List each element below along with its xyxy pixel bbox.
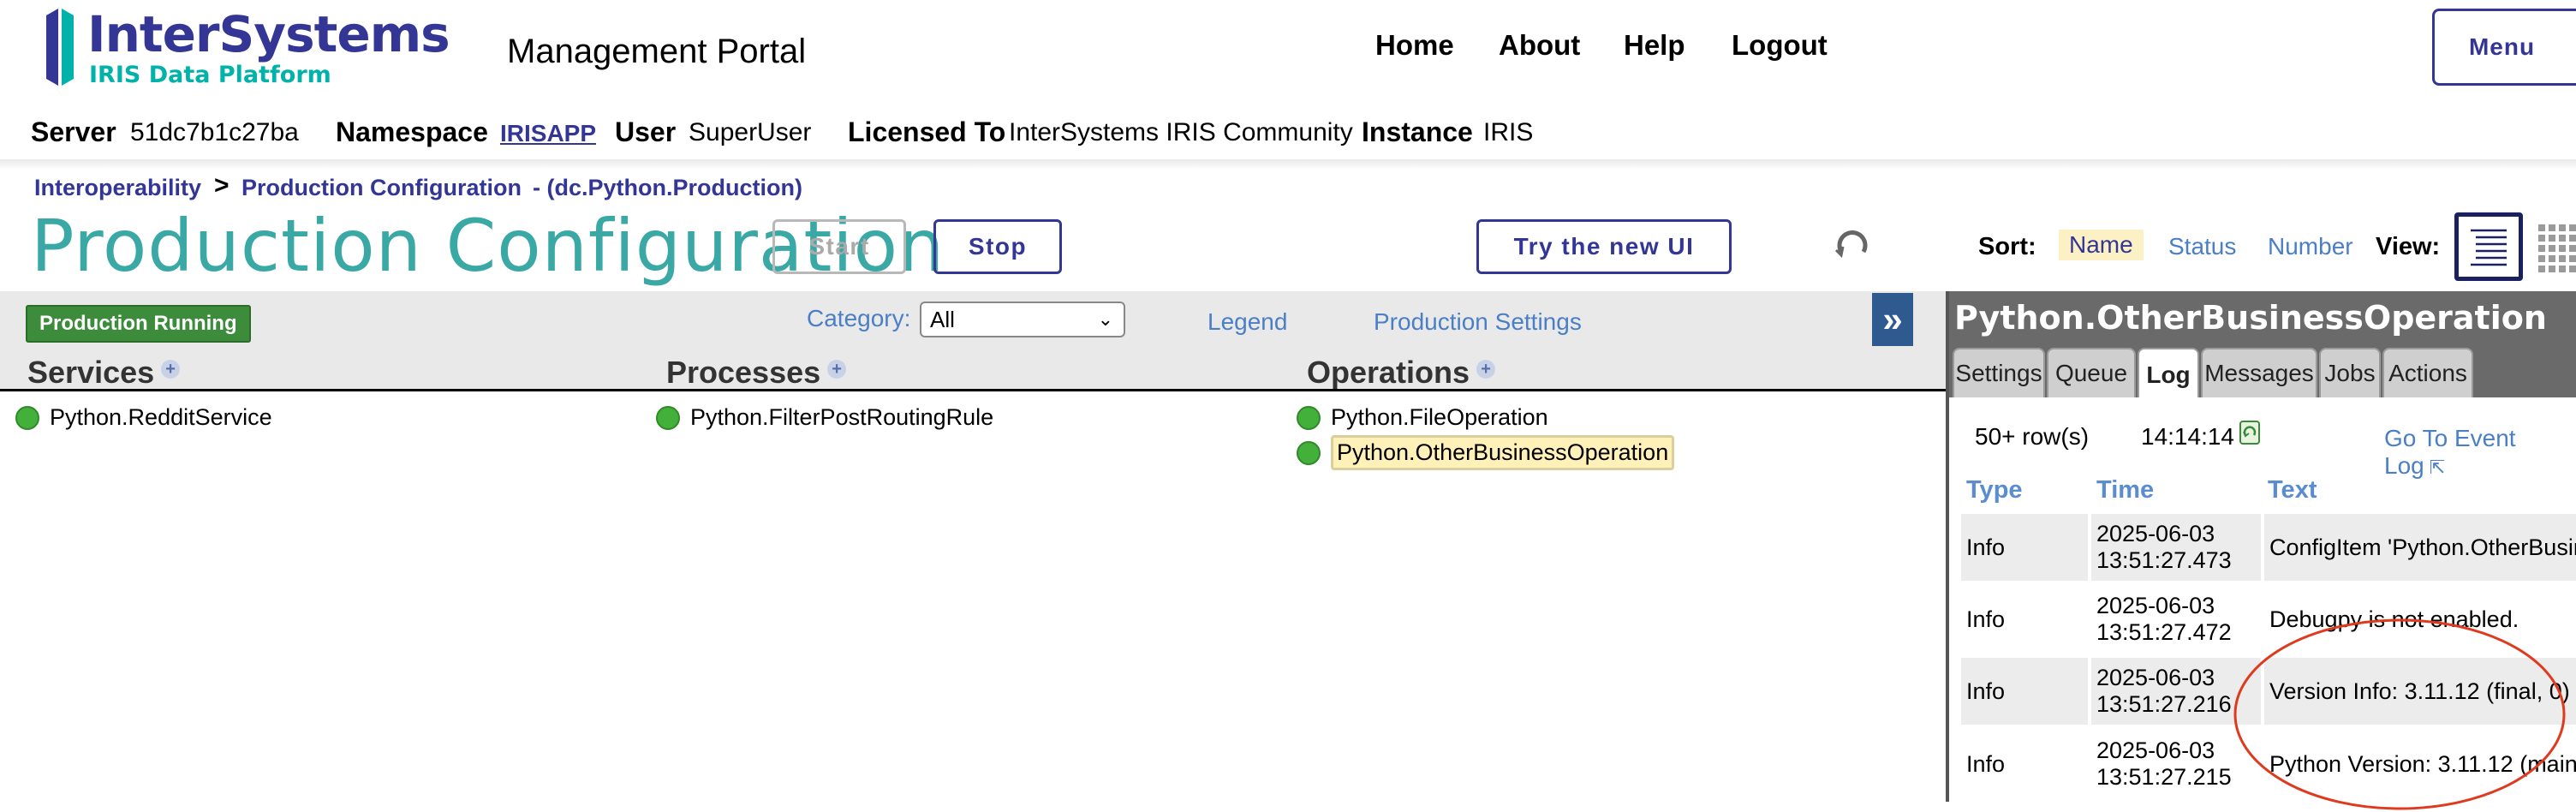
cell-type: Info	[1961, 658, 2088, 725]
go-to-event-log-link[interactable]: Go To Event Log ⇱	[2384, 425, 2576, 480]
external-link-icon: ⇱	[2429, 457, 2446, 478]
licensed-to-value: InterSystems IRIS Community	[1009, 118, 1353, 146]
view-label: View:	[2376, 233, 2441, 260]
nav-home-link[interactable]: Home	[1375, 29, 1454, 62]
process-item[interactable]: Python.FilterPostRoutingRule	[656, 404, 993, 431]
service-item[interactable]: Python.RedditService	[15, 404, 272, 431]
intersystems-logo[interactable]: InterSystems ™ IRIS Data Platform	[36, 5, 450, 91]
status-ok-icon	[15, 405, 39, 430]
list-view-icon	[2471, 229, 2507, 266]
go-to-event-log-label: Go To Event Log	[2384, 425, 2516, 479]
category-selected-value: All	[930, 306, 955, 332]
namespace-link[interactable]: IRISAPP	[500, 120, 596, 147]
nav-help-link[interactable]: Help	[1624, 29, 1685, 62]
tab-actions[interactable]: Actions	[2382, 348, 2473, 397]
server-label: Server	[31, 116, 116, 147]
add-operation-icon[interactable]: +	[1476, 360, 1496, 379]
log-timestamp: 14:14:14	[2141, 423, 2234, 450]
server-value: 51dc7b1c27ba	[130, 118, 299, 146]
breadcrumb-production-name: - (dc.Python.Production)	[533, 175, 802, 200]
grid-view-icon[interactable]	[2535, 219, 2576, 276]
status-ok-icon	[1297, 405, 1321, 430]
logo-trademark: ™	[387, 24, 399, 38]
nav-about-link[interactable]: About	[1499, 29, 1580, 62]
user-value: SuperUser	[689, 118, 812, 146]
column-header-divider	[0, 389, 1946, 391]
instance-value: IRIS	[1483, 118, 1534, 146]
add-service-icon[interactable]: +	[161, 360, 181, 379]
menu-button[interactable]: Menu	[2432, 9, 2576, 86]
tab-log[interactable]: Log	[2138, 348, 2199, 401]
tab-settings[interactable]: Settings	[1953, 348, 2045, 397]
start-button[interactable]: Start	[772, 219, 906, 274]
try-new-ui-button[interactable]: Try the new UI	[1476, 219, 1732, 274]
header-divider	[0, 159, 2576, 170]
licensed-to-label: Licensed To	[848, 116, 1006, 147]
list-view-button[interactable]	[2454, 212, 2523, 281]
cell-time-text: 13:51:27.472	[2096, 619, 2232, 645]
cell-time-text: 13:51:27.473	[2096, 547, 2232, 573]
breadcrumb-production-configuration[interactable]: Production Configuration	[242, 175, 522, 201]
operations-header: Operations +	[1307, 355, 1496, 391]
annotation-circle	[2233, 618, 2566, 810]
cell-type: Info	[1961, 514, 2088, 581]
production-settings-link[interactable]: Production Settings	[1374, 308, 1582, 336]
col-header-text[interactable]: Text	[2268, 476, 2317, 505]
cell-date-text: 2025-06-03	[2096, 521, 2215, 546]
portal-title: Management Portal	[507, 33, 807, 70]
operation-item-selected[interactable]: Python.OtherBusinessOperation	[1297, 435, 1675, 470]
sort-by-number[interactable]: Number	[2268, 233, 2353, 260]
collapse-panel-button[interactable]: »	[1872, 293, 1913, 346]
category-select[interactable]: All ⌄	[920, 302, 1125, 337]
cell-date-text: 2025-06-03	[2096, 665, 2215, 690]
sort-by-status[interactable]: Status	[2168, 233, 2236, 260]
services-header: Services +	[27, 355, 181, 391]
service-item-label: Python.RedditService	[50, 404, 272, 430]
production-status-badge: Production Running	[26, 305, 251, 343]
chevron-down-icon: ⌄	[1097, 308, 1113, 330]
logo-mark-icon	[46, 9, 74, 86]
cell-text: ConfigItem 'Python.OtherBusin	[2264, 514, 2576, 581]
operation-item-label: Python.FileOperation	[1331, 404, 1548, 430]
cell-type: Info	[1961, 730, 2088, 798]
sort-label: Sort:	[1978, 233, 2036, 260]
processes-header: Processes +	[666, 355, 847, 391]
nav-logout-link[interactable]: Logout	[1732, 29, 1828, 62]
instance-label: Instance	[1362, 116, 1473, 147]
user-label: User	[615, 116, 677, 147]
col-header-type[interactable]: Type	[1966, 476, 2023, 505]
refresh-log-icon[interactable]	[2239, 420, 2261, 445]
sort-by-name[interactable]: Name	[2059, 230, 2144, 260]
operation-item[interactable]: Python.FileOperation	[1297, 404, 1548, 431]
legend-link[interactable]: Legend	[1208, 308, 1287, 336]
operation-item-label: Python.OtherBusinessOperation	[1331, 435, 1675, 470]
category-label: Category:	[807, 305, 911, 331]
status-ok-icon	[1297, 440, 1321, 465]
process-item-label: Python.FilterPostRoutingRule	[690, 404, 994, 430]
refresh-icon[interactable]	[1833, 226, 1872, 266]
cell-date-text: 2025-06-03	[2096, 593, 2215, 618]
tab-jobs[interactable]: Jobs	[2319, 348, 2381, 397]
namespace-label: Namespace	[336, 116, 488, 147]
cell-time-text: 13:51:27.215	[2096, 764, 2232, 790]
breadcrumb-interoperability[interactable]: Interoperability	[34, 175, 201, 201]
tab-queue[interactable]: Queue	[2047, 348, 2136, 397]
tab-messages[interactable]: Messages	[2201, 348, 2317, 397]
breadcrumb-separator: >	[214, 171, 230, 200]
stop-button[interactable]: Stop	[933, 219, 1062, 274]
operations-title: Operations	[1307, 355, 1470, 390]
add-process-icon[interactable]: +	[827, 360, 847, 379]
cell-type: Info	[1961, 586, 2088, 653]
services-title: Services	[27, 355, 155, 390]
log-row-count: 50+ row(s)	[1975, 423, 2090, 450]
cell-time-text: 13:51:27.216	[2096, 691, 2232, 717]
status-ok-icon	[656, 405, 680, 430]
cell-time: 2025-06-03 13:51:27.473	[2091, 514, 2261, 581]
logo-subtitle: IRIS Data Platform	[89, 62, 331, 88]
detail-panel-title: Python.OtherBusinessOperation	[1949, 291, 2576, 344]
col-header-time[interactable]: Time	[2096, 476, 2154, 505]
processes-title: Processes	[666, 355, 821, 390]
cell-date-text: 2025-06-03	[2096, 737, 2215, 763]
